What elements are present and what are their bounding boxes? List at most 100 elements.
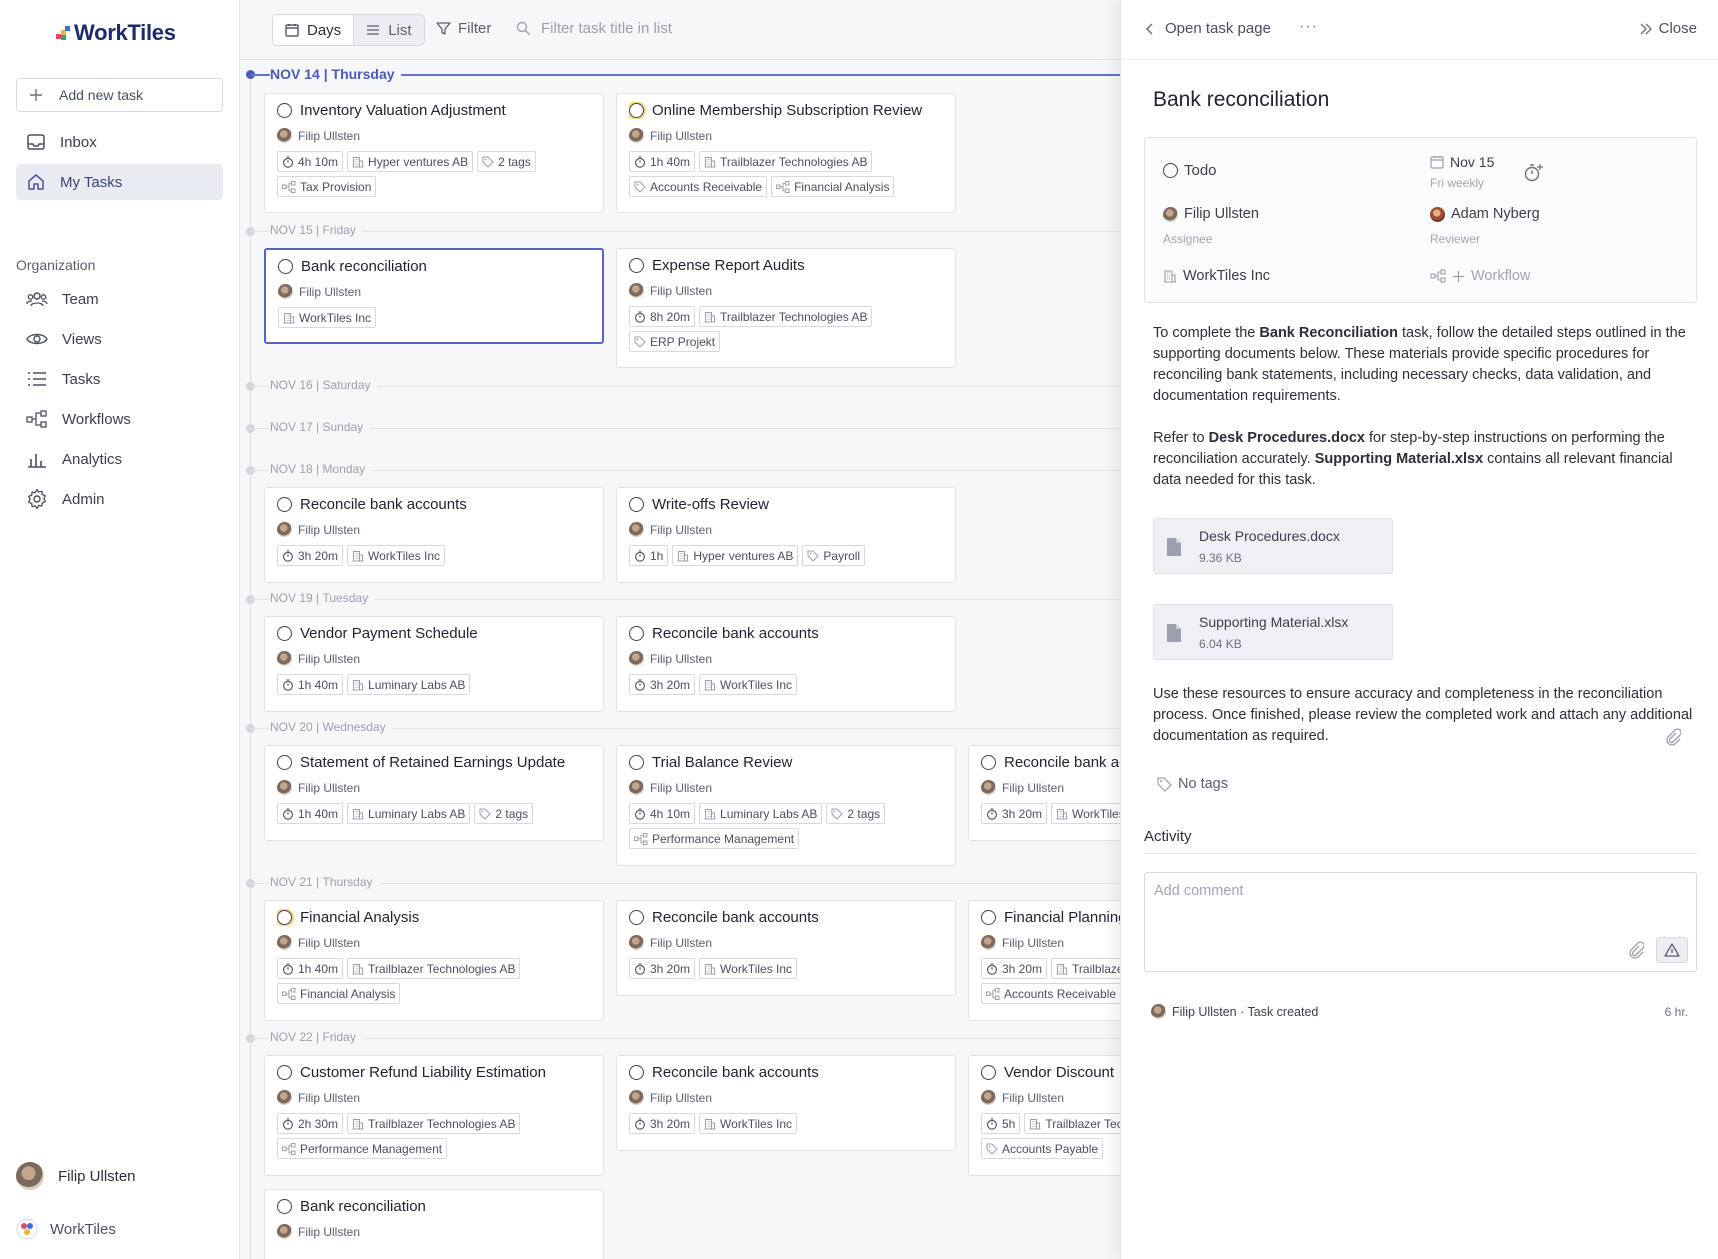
add-task-button[interactable]: Add new task (16, 78, 223, 112)
status-circle-icon[interactable] (981, 1065, 996, 1080)
task-card[interactable]: Write-offs Review Filip Ullsten 1h Hyper ve… (616, 487, 956, 583)
task-chip: Financial Analysis (771, 176, 895, 197)
sidebar-item-inbox[interactable]: Inbox (16, 124, 223, 160)
status-circle-icon[interactable] (277, 1065, 292, 1080)
task-card-title: Reconcile bank accounts (277, 496, 591, 513)
chip-text: ERP Projekt (650, 334, 716, 349)
status-circle-icon[interactable] (278, 259, 293, 274)
status-circle-icon[interactable] (629, 103, 644, 118)
task-card-title: Bank reconciliation (277, 1198, 591, 1215)
assignee-name: Filip Ullsten (650, 283, 713, 298)
task-chips: 4h 10m Hyper ventures AB 2 tags Tax Provisi… (277, 151, 591, 197)
task-card[interactable]: Trial Balance Review Filip Ullsten 4h 10m L… (616, 745, 956, 866)
avatar (277, 522, 292, 537)
add-workflow-button[interactable]: Workflow (1430, 268, 1530, 284)
user-profile[interactable]: Filip Ullsten (16, 1162, 136, 1190)
task-card[interactable]: Statement of Retained Earnings Update Fil… (264, 745, 604, 841)
open-task-page-link[interactable]: Open task page (1145, 20, 1271, 37)
sidebar-item-views[interactable]: Views (16, 321, 223, 357)
sidebar-item-admin[interactable]: Admin (16, 481, 223, 517)
timer-icon (283, 962, 293, 975)
task-assignee: Filip Ullsten (277, 522, 591, 537)
assignee-name: Filip Ullsten (298, 1090, 361, 1105)
sidebar-item-tasks[interactable]: Tasks (16, 361, 223, 397)
status-circle-icon[interactable] (981, 910, 996, 925)
chip-text: Luminary Labs AB (368, 677, 466, 692)
status-select[interactable]: Todo (1163, 162, 1217, 179)
task-chip: 3h 20m (981, 958, 1048, 979)
logo[interactable]: WorkTiles (56, 20, 176, 46)
day-separator: | (319, 66, 332, 82)
attachment-desk-procedures[interactable]: Desk Procedures.docx 9.36 KB (1153, 518, 1393, 574)
due-date-field[interactable]: Nov 15 (1430, 154, 1494, 170)
send-comment-button[interactable] (1656, 937, 1688, 963)
task-card[interactable]: Online Membership Subscription Review Fil… (616, 93, 956, 213)
task-chip: Hyper ventures AB (347, 151, 474, 172)
sidebar-item-my-tasks[interactable]: My Tasks (16, 164, 223, 200)
assignee-name: Filip Ullsten (650, 128, 713, 143)
day-date: NOV 20 (270, 720, 313, 734)
comment-input[interactable]: Add comment (1144, 872, 1697, 972)
more-options-button[interactable]: ··· (1299, 18, 1318, 36)
status-circle-icon[interactable] (277, 910, 292, 925)
task-card[interactable]: Bank reconciliation Filip Ullsten (264, 1189, 604, 1259)
status-circle-icon[interactable] (629, 910, 644, 925)
task-card[interactable]: Financial Planning Filip Ullsten 3h 20m Tra… (968, 900, 1120, 1021)
day-weekday: Friday (322, 223, 356, 237)
task-title-text: Bank reconciliation (301, 258, 427, 275)
day-heading: NOV 16 | Saturday (270, 378, 377, 392)
client-field[interactable]: WorkTiles Inc (1163, 268, 1270, 284)
status-circle-icon[interactable] (629, 258, 644, 273)
list-view-button[interactable]: List (354, 15, 423, 45)
status-circle-icon[interactable] (629, 497, 644, 512)
reviewer-field[interactable]: Adam Nyberg (1430, 206, 1540, 222)
task-card[interactable]: Vendor Payment Schedule Filip Ullsten 1h 4… (264, 616, 604, 712)
status-circle-icon[interactable] (277, 1199, 292, 1214)
status-circle-icon[interactable] (629, 1065, 644, 1080)
status-circle-icon[interactable] (277, 497, 292, 512)
status-circle-icon[interactable] (629, 626, 644, 641)
timer-icon (987, 962, 997, 975)
filter-button[interactable]: Filter (436, 20, 491, 37)
task-card[interactable]: Reconcile bank accounts Filip Ullsten 3h 2… (616, 900, 956, 996)
task-card[interactable]: Reconcile bank accounts Filip Ullsten 3h 2… (968, 745, 1120, 841)
sidebar-item-workflows[interactable]: Workflows (16, 401, 223, 437)
search-input[interactable]: Filter task title in list (516, 20, 672, 37)
status-circle-icon[interactable] (277, 755, 292, 770)
assignee-field[interactable]: Filip Ullsten (1163, 206, 1259, 222)
status-circle-icon[interactable] (277, 626, 292, 641)
sidebar-item-label: Team (62, 290, 99, 308)
task-card-title: Vendor Payment Schedule (277, 625, 591, 642)
status-circle-icon[interactable] (629, 755, 644, 770)
task-card[interactable]: Inventory Valuation Adjustment Filip Ulls… (264, 93, 604, 213)
task-card[interactable]: Bank reconciliation Filip Ullsten WorkTile… (264, 248, 604, 344)
task-title[interactable]: Bank reconciliation (1153, 88, 1329, 112)
log-text: · Task created (1236, 1004, 1319, 1019)
status-circle-icon[interactable] (981, 755, 996, 770)
task-card[interactable]: Reconcile bank accounts Filip Ullsten 3h 2… (264, 487, 604, 583)
desc-text: Refer to (1153, 430, 1209, 446)
add-timer-icon[interactable] (1523, 162, 1545, 184)
task-card[interactable]: Reconcile bank accounts Filip Ullsten 3h 2… (616, 1055, 956, 1151)
task-card[interactable]: Expense Report Audits Filip Ullsten 8h 20m… (616, 248, 956, 368)
close-panel-button[interactable]: Close (1639, 20, 1697, 37)
workspace-switcher[interactable]: WorkTiles (16, 1218, 116, 1240)
task-card[interactable]: Reconcile bank accounts Filip Ullsten 3h 2… (616, 616, 956, 712)
status-circle-icon[interactable] (277, 103, 292, 118)
task-card[interactable]: Financial Analysis Filip Ullsten 1h 40m Tra… (264, 900, 604, 1021)
tags-field[interactable]: No tags (1157, 776, 1228, 792)
task-card[interactable]: Vendor Discount Filip Ullsten 5h Trailblaze… (968, 1055, 1120, 1176)
days-view-button[interactable]: Days (273, 15, 355, 45)
paperclip-icon[interactable] (1665, 728, 1681, 746)
task-card[interactable]: Customer Refund Liability Estimation Fili… (264, 1055, 604, 1176)
sidebar-item-team[interactable]: Team (16, 281, 223, 317)
calendar-icon (1430, 156, 1444, 169)
assignee-name: Filip Ullsten (298, 780, 361, 795)
avatar (277, 780, 292, 795)
attachment-supporting-material[interactable]: Supporting Material.xlsx 6.04 KB (1153, 604, 1393, 660)
log-timestamp: 6 hr. (1664, 1005, 1688, 1019)
avatar (277, 1224, 292, 1239)
sidebar-item-label: Analytics (62, 450, 123, 468)
sidebar-item-analytics[interactable]: Analytics (16, 441, 223, 477)
paperclip-icon[interactable] (1628, 941, 1644, 959)
